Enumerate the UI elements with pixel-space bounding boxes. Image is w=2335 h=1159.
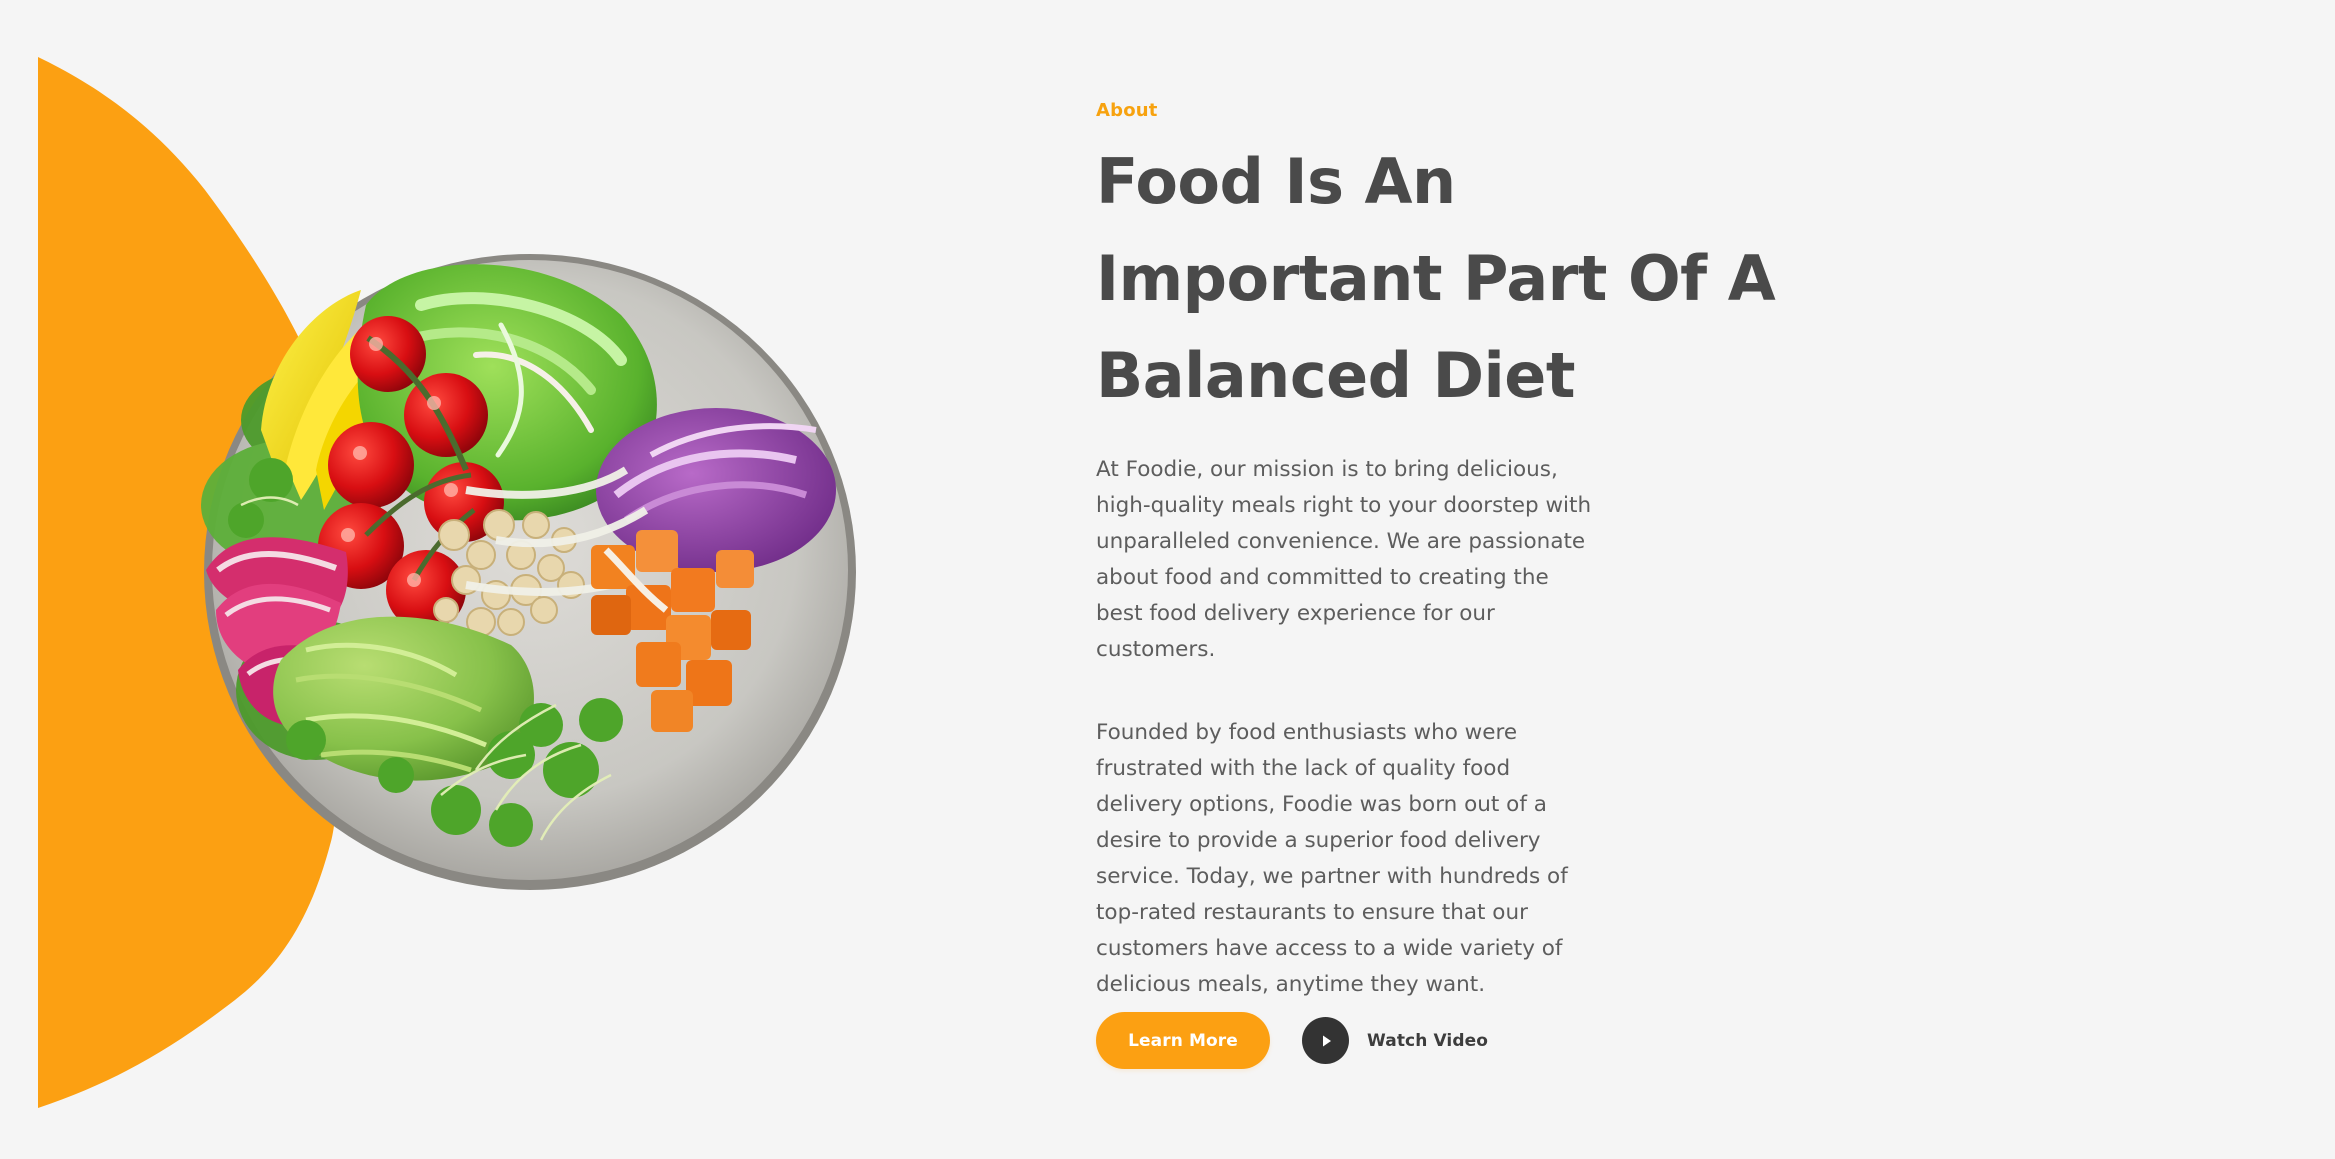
section-eyebrow: About <box>1096 100 1158 121</box>
salad-bowl-illustration <box>201 254 856 890</box>
title-line-1: Food Is An <box>1096 145 1456 218</box>
learn-more-button[interactable]: Learn More <box>1096 1012 1270 1069</box>
story-paragraph: Founded by food enthusiasts who were fru… <box>1096 720 1568 997</box>
hero-visual <box>0 0 1000 1159</box>
watch-video-label[interactable]: Watch Video <box>1367 1031 1488 1051</box>
page-title: Food Is An Important Part Of A Balanced … <box>1096 133 1776 424</box>
mission-paragraph: At Foodie, our mission is to bring delic… <box>1096 457 1592 662</box>
title-line-3: Balanced Diet <box>1096 339 1576 412</box>
watch-video-link[interactable]: Watch Video <box>1302 1017 1488 1064</box>
about-section: About Food Is An Important Part Of A Bal… <box>1096 100 1776 1003</box>
play-icon[interactable] <box>1302 1017 1349 1064</box>
title-line-2: Important Part Of A <box>1096 242 1776 315</box>
cta-actions: Learn More Watch Video <box>1096 1012 1488 1069</box>
